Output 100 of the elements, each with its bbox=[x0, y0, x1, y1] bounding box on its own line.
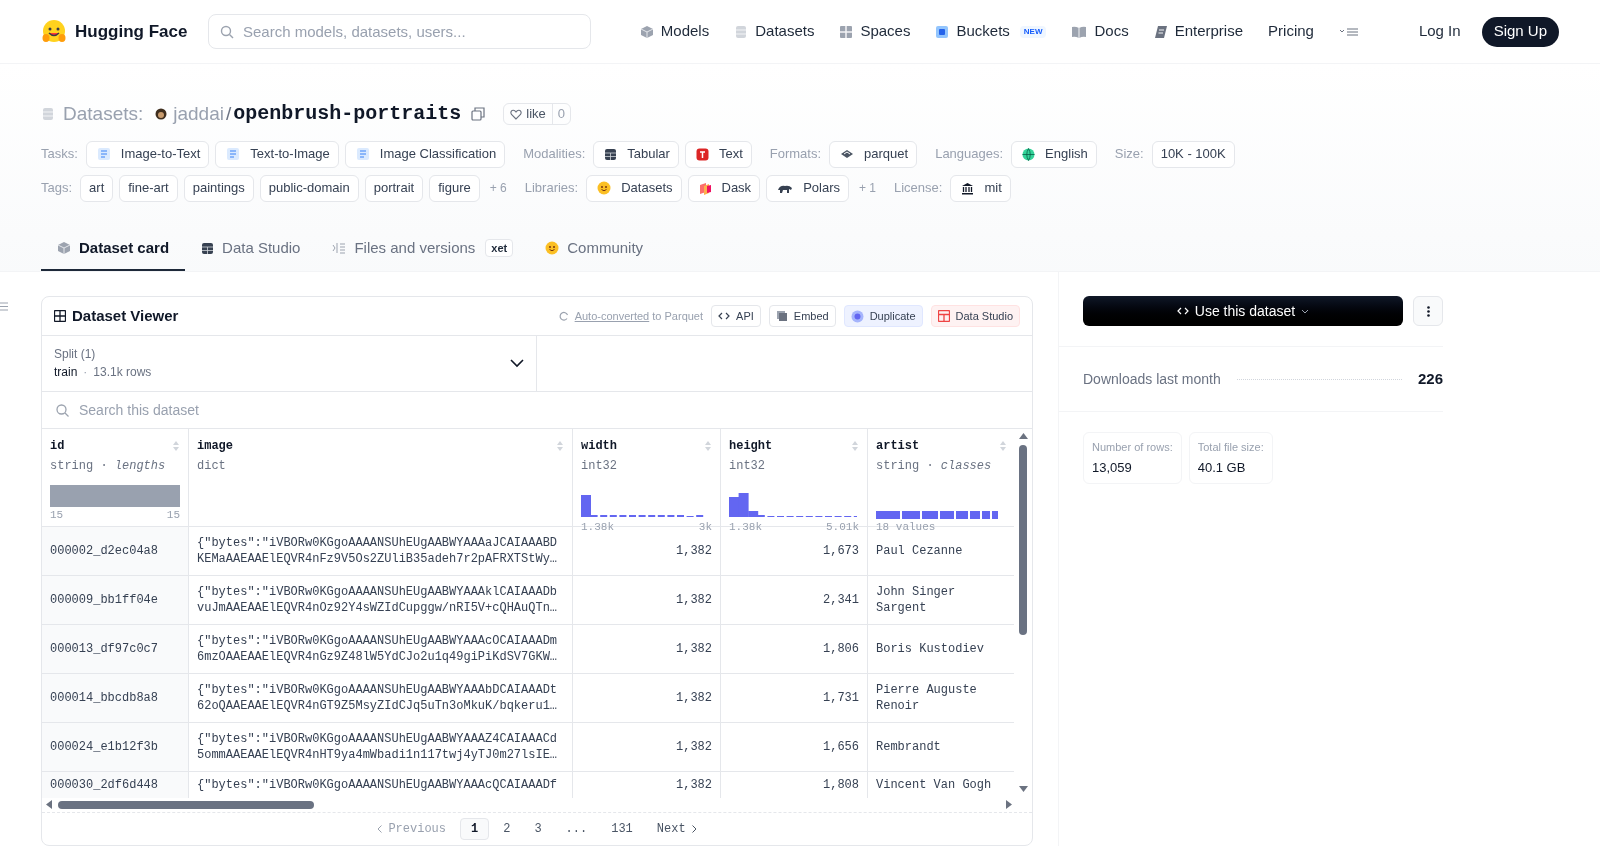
xet-badge: xet bbox=[485, 238, 514, 258]
dataset-search-field[interactable]: Search this dataset bbox=[42, 391, 1032, 428]
nav-link[interactable]: Models bbox=[639, 20, 710, 43]
tag-chip[interactable]: figure bbox=[429, 174, 480, 202]
tag-chip[interactable]: 10K - 100K bbox=[1151, 140, 1235, 168]
tag-chip[interactable]: fine-art bbox=[119, 174, 178, 202]
cube-icon bbox=[57, 241, 71, 255]
nav-link[interactable]: Buckets NEW bbox=[935, 20, 1047, 43]
tag-chip[interactable]: mit bbox=[950, 174, 1011, 202]
search-field[interactable]: Search models, datasets, users... bbox=[208, 14, 591, 49]
more-button[interactable] bbox=[1413, 296, 1443, 326]
stat-label: Number of rows: bbox=[1092, 440, 1173, 455]
column-type: int32 bbox=[581, 457, 618, 475]
table-cell-text: John Singer Sargent bbox=[876, 583, 957, 616]
meta-label: License: bbox=[894, 179, 943, 198]
column-name: image bbox=[197, 437, 233, 455]
nav-link[interactable]: Spaces bbox=[839, 20, 911, 43]
like-count: 0 bbox=[551, 104, 571, 124]
signup-button[interactable]: Sign Up bbox=[1481, 16, 1559, 47]
page-link[interactable]: ... bbox=[555, 817, 598, 840]
building-icon bbox=[1153, 24, 1168, 39]
page-link[interactable]: 131 bbox=[601, 817, 643, 840]
table-icon bbox=[937, 310, 950, 323]
tag-chip[interactable]: Tabular bbox=[593, 140, 679, 168]
stat-value: 13,059 bbox=[1092, 458, 1133, 477]
scrollbar-thumb[interactable] bbox=[1019, 444, 1027, 635]
tag-chip[interactable]: Datasets bbox=[586, 174, 682, 202]
page-link[interactable]: 2 bbox=[493, 817, 521, 840]
toolbar-button[interactable]: Embed bbox=[768, 305, 836, 328]
login-link[interactable]: Log In bbox=[1418, 20, 1461, 43]
nav-link[interactable]: Docs bbox=[1071, 20, 1129, 43]
page-link[interactable]: 1 bbox=[460, 817, 490, 840]
table-cell: 1,382 bbox=[676, 542, 712, 559]
next-link[interactable]: Next bbox=[646, 819, 707, 838]
downloads-label: Downloads last month bbox=[1083, 369, 1221, 389]
tag-chip[interactable]: portrait bbox=[364, 174, 424, 202]
tag-chip[interactable]: public-domain bbox=[259, 174, 359, 202]
table-cell: {"bytes":"iVBORw0KGgoAAAANSUhEUgAABWYAAAZ4CAIAAACd 5ommAAEAAElEQVR4nHT9ya4mWbadi1n117twj4yTJ0m27lsIE… bbox=[197, 730, 558, 763]
toolbar-button[interactable]: Duplicate bbox=[843, 305, 923, 328]
tag-chip[interactable]: Image-to-Text bbox=[85, 140, 210, 168]
chevron-down-icon bbox=[510, 358, 524, 368]
logo-icon bbox=[41, 18, 67, 45]
column-name: id bbox=[50, 437, 65, 455]
table-cell: {"bytes":"iVBORw0KGgoAAAANSUhEUgAABWYAAAklCAIAAADb vuJmAAEAAElEQVR4nOz92Y4sWZIdCupggw/nRI5V+cQHAuQTn… bbox=[197, 583, 558, 616]
range-min: 15 bbox=[50, 508, 64, 524]
tag-chip[interactable]: Image Classification bbox=[344, 140, 506, 168]
table-cell: {"bytes":"iVBORw0KGgoAAAANSUhEUgAABWYAAAcQCAIAAADf bbox=[197, 776, 558, 793]
range-min: 1.38k bbox=[581, 519, 614, 535]
stacked-squares-icon bbox=[698, 181, 712, 195]
table-cell: 1,731 bbox=[823, 689, 859, 706]
book-icon bbox=[1071, 24, 1088, 39]
column-name: width bbox=[581, 437, 617, 455]
row-count: 13.1k rows bbox=[93, 364, 152, 382]
table-cell: 1,656 bbox=[823, 738, 859, 755]
tag-chip[interactable]: Text bbox=[684, 140, 752, 168]
nav-link[interactable]: Enterprise bbox=[1153, 20, 1244, 43]
toolbar-button[interactable]: Data Studio bbox=[930, 305, 1020, 328]
chevron-down-icon bbox=[1301, 308, 1310, 314]
viewer-title: Dataset Viewer bbox=[72, 305, 179, 326]
tab[interactable]: Community bbox=[529, 227, 660, 271]
split-dropdown[interactable]: Split (1) train · 13.1k rows bbox=[42, 336, 537, 391]
table-cell: 1,382 bbox=[676, 640, 712, 657]
parquet-icon bbox=[840, 149, 855, 159]
tag-chip[interactable]: Text-to-Image bbox=[215, 140, 339, 168]
table-cell: 1,382 bbox=[676, 776, 712, 793]
tag-chip[interactable]: English bbox=[1011, 140, 1097, 168]
toolbar-button[interactable]: API bbox=[711, 305, 761, 328]
search-icon bbox=[220, 25, 234, 39]
like-button[interactable]: like 0 bbox=[503, 103, 572, 125]
table-cell: 1,808 bbox=[823, 776, 859, 793]
meta-label: Languages: bbox=[935, 145, 1004, 164]
tab[interactable]: Data Studio bbox=[185, 227, 317, 271]
tab[interactable]: Files and versions xet bbox=[316, 227, 530, 271]
tag-chip[interactable]: paintings bbox=[183, 174, 254, 202]
nav-link[interactable]: Pricing bbox=[1268, 20, 1314, 43]
tag-chip[interactable]: parquet bbox=[829, 140, 918, 168]
table-cell: Boris Kustodiev bbox=[876, 640, 985, 657]
tab[interactable]: Dataset card bbox=[41, 227, 186, 271]
table-cell: 000002_d2ec04a8 bbox=[50, 542, 159, 559]
column-name: height bbox=[729, 437, 773, 455]
use-dataset-button[interactable]: Use this dataset bbox=[1083, 296, 1403, 326]
page-link[interactable]: 3 bbox=[524, 817, 552, 840]
table-cell: Rembrandt bbox=[876, 738, 941, 755]
tag-chip[interactable]: Dask bbox=[687, 174, 761, 202]
column-type: int32 bbox=[729, 457, 766, 475]
table-icon bbox=[201, 241, 215, 255]
new-badge: NEW bbox=[1019, 25, 1047, 38]
split-name: train bbox=[54, 364, 78, 382]
database-icon bbox=[734, 24, 749, 39]
stat-label: Total file size: bbox=[1197, 440, 1264, 455]
nav-link[interactable]: Datasets bbox=[734, 20, 815, 43]
tag-chip[interactable]: art bbox=[80, 174, 114, 202]
scrollbar-thumb[interactable] bbox=[58, 800, 314, 809]
table-icon bbox=[604, 147, 618, 161]
column-type: string · lengths bbox=[50, 457, 167, 475]
refresh-icon bbox=[558, 311, 569, 322]
brand-name[interactable]: Hugging Face bbox=[75, 18, 188, 45]
sort-icon bbox=[851, 439, 859, 452]
bank-icon bbox=[961, 181, 975, 195]
tag-chip[interactable]: Polars bbox=[766, 174, 849, 202]
